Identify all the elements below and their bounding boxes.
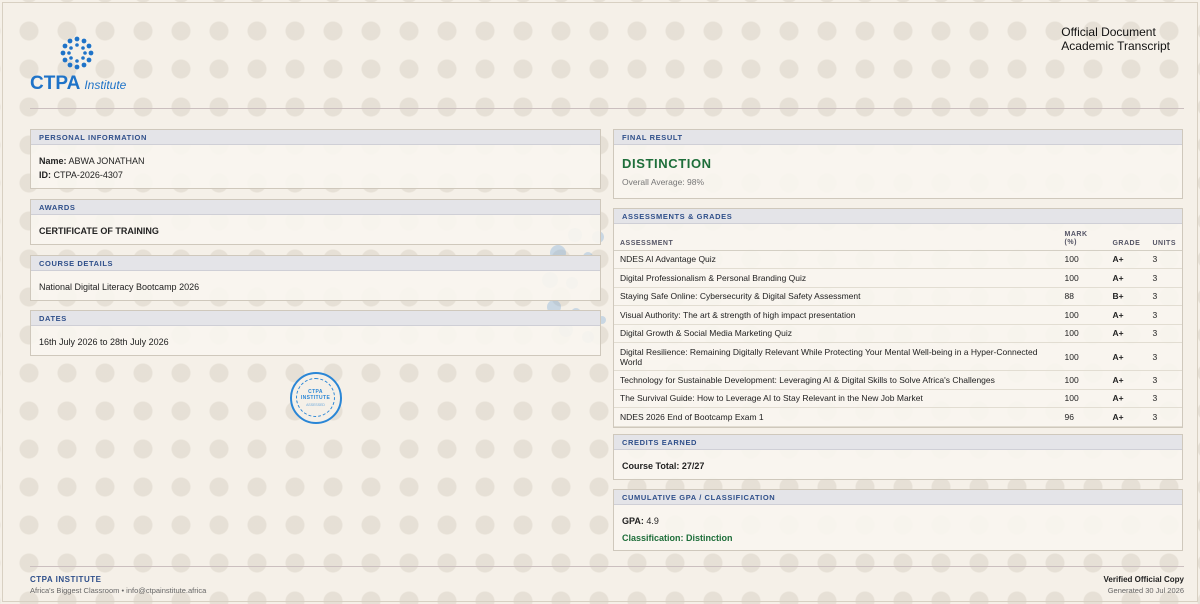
- assessment-mark: 88: [1058, 287, 1107, 306]
- table-row: NDES 2026 End of Bootcamp Exam 1 96 A+ 3: [614, 407, 1182, 427]
- table-row: Technology for Sustainable Development: …: [614, 370, 1182, 390]
- assessment-mark: 100: [1058, 324, 1107, 343]
- assessment-units: 3: [1146, 342, 1182, 371]
- credits-heading: CREDITS EARNED: [614, 435, 1182, 450]
- award-value: CERTIFICATE OF TRAINING: [39, 226, 159, 236]
- course-details-heading: COURSE DETAILS: [31, 256, 600, 271]
- assessment-units: 3: [1146, 305, 1182, 325]
- doc-title-line2: Academic Transcript: [1061, 39, 1170, 53]
- final-result-panel: FINAL RESULT DISTINCTION Overall Average…: [613, 129, 1183, 199]
- final-result-value: DISTINCTION: [622, 156, 712, 171]
- dates-heading: DATES: [31, 311, 600, 326]
- final-result-heading: FINAL RESULT: [614, 130, 1182, 145]
- col-grade: GRADE: [1106, 224, 1147, 251]
- footer-org: CTPA INSTITUTE: [30, 575, 102, 584]
- table-row: NDES AI Advantage Quiz 100 A+ 3: [614, 250, 1182, 269]
- footer-divider: [30, 566, 1184, 567]
- doc-title-line1: Official Document: [1061, 25, 1156, 39]
- name-value: ABWA JONATHAN: [68, 156, 145, 166]
- footer-left: CTPA INSTITUTE Africa's Biggest Classroo…: [30, 575, 206, 595]
- credits-value: Course Total: 27/27: [622, 461, 705, 471]
- assessment-units: 3: [1146, 370, 1182, 390]
- assessments-panel: ASSESSMENTS & GRADES ASSESSMENT MARK (%) …: [613, 208, 1183, 428]
- assessment-name: Digital Professionalism & Personal Brand…: [614, 268, 1059, 288]
- assessment-grade: A+: [1106, 389, 1147, 408]
- assessment-mark: 100: [1058, 342, 1107, 371]
- awards-heading: AWARDS: [31, 200, 600, 215]
- document-title: Official Document Academic Transcript: [1061, 25, 1170, 53]
- table-row: The Survival Guide: How to Leverage AI t…: [614, 389, 1182, 408]
- assessment-grade: A+: [1106, 250, 1147, 269]
- seal-line3: ASSESSED: [306, 402, 325, 407]
- personal-info-heading: PERSONAL INFORMATION: [31, 130, 600, 145]
- dates-value: 16th July 2026 to 28th July 2026: [39, 337, 169, 347]
- brand-suffix: Institute: [84, 78, 127, 92]
- assessment-name: Technology for Sustainable Development: …: [614, 370, 1059, 390]
- assessment-mark: 100: [1058, 268, 1107, 288]
- table-row: Digital Professionalism & Personal Brand…: [614, 268, 1182, 288]
- assessment-grade: B+: [1106, 287, 1147, 306]
- dates-panel: DATES 16th July 2026 to 28th July 2026: [30, 310, 601, 356]
- assessment-grade: A+: [1106, 370, 1147, 390]
- classification: Classification: Distinction: [622, 533, 733, 543]
- assessment-units: 3: [1146, 287, 1182, 306]
- table-row: Digital Growth & Social Media Marketing …: [614, 324, 1182, 343]
- assessment-name: Digital Resilience: Remaining Digitally …: [614, 342, 1059, 371]
- assessment-mark: 96: [1058, 407, 1107, 427]
- col-assessment: ASSESSMENT: [614, 224, 1059, 251]
- assessment-grade: A+: [1106, 305, 1147, 325]
- logo-dots-icon: [60, 36, 94, 70]
- id-value: CTPA-2026-4307: [53, 170, 123, 180]
- table-row: Staying Safe Online: Cybersecurity & Dig…: [614, 287, 1182, 306]
- assessment-name: NDES 2026 End of Bootcamp Exam 1: [614, 407, 1059, 427]
- assessment-grade: A+: [1106, 268, 1147, 288]
- name-label: Name:: [39, 156, 67, 166]
- seal-line2: INSTITUTE: [300, 394, 331, 401]
- course-value: National Digital Literacy Bootcamp 2026: [39, 282, 200, 292]
- assessment-grade: A+: [1106, 407, 1147, 427]
- assessments-heading: ASSESSMENTS & GRADES: [614, 209, 1182, 224]
- assessment-units: 3: [1146, 250, 1182, 269]
- assessment-name: Visual Authority: The art & strength of …: [614, 305, 1059, 325]
- gpa-value: 4.9: [646, 516, 659, 526]
- personal-info-panel: PERSONAL INFORMATION Name: ABWA JONATHAN…: [30, 129, 601, 189]
- col-units: UNITS: [1146, 224, 1182, 251]
- assessment-units: 3: [1146, 268, 1182, 288]
- assessment-name: Digital Growth & Social Media Marketing …: [614, 324, 1059, 343]
- gpa-label: GPA:: [622, 516, 644, 526]
- institute-seal: CTPA INSTITUTE ASSESSED: [290, 372, 342, 424]
- assessment-mark: 100: [1058, 250, 1107, 269]
- assessment-mark: 100: [1058, 370, 1107, 390]
- header-divider: [30, 108, 1184, 109]
- assessment-name: Staying Safe Online: Cybersecurity & Dig…: [614, 287, 1059, 306]
- assessment-name: The Survival Guide: How to Leverage AI t…: [614, 389, 1059, 408]
- brand-name: CTPA: [30, 73, 81, 94]
- assessment-grade: A+: [1106, 342, 1147, 371]
- table-row: Visual Authority: The art & strength of …: [614, 305, 1182, 325]
- gpa-panel: CUMULATIVE GPA / CLASSIFICATION GPA: 4.9…: [613, 489, 1183, 551]
- credits-panel: CREDITS EARNED Course Total: 27/27: [613, 434, 1183, 480]
- assessment-units: 3: [1146, 407, 1182, 427]
- assessment-grade: A+: [1106, 324, 1147, 343]
- footer-generated: Generated 30 Jul 2026: [1107, 586, 1184, 595]
- course-details-panel: COURSE DETAILS National Digital Literacy…: [30, 255, 601, 301]
- assessments-table: ASSESSMENT MARK (%) GRADE UNITS NDES AI A…: [614, 224, 1182, 427]
- footer-right: Verified Official Copy Generated 30 Jul …: [1104, 575, 1184, 595]
- assessment-units: 3: [1146, 324, 1182, 343]
- gpa-heading: CUMULATIVE GPA / CLASSIFICATION: [614, 490, 1182, 505]
- table-row: Digital Resilience: Remaining Digitally …: [614, 342, 1182, 371]
- assessment-name: NDES AI Advantage Quiz: [614, 250, 1059, 269]
- awards-panel: AWARDS CERTIFICATE OF TRAINING: [30, 199, 601, 245]
- col-mark: MARK (%): [1058, 224, 1107, 251]
- footer-tagline: Africa's Biggest Classroom • info@ctpain…: [30, 586, 207, 595]
- assessment-units: 3: [1146, 389, 1182, 408]
- footer-verified: Verified Official Copy: [1103, 575, 1184, 584]
- assessment-mark: 100: [1058, 305, 1107, 325]
- assessment-mark: 100: [1058, 389, 1107, 408]
- overall-average: Overall Average: 98%: [622, 177, 705, 187]
- id-label: ID:: [39, 170, 51, 180]
